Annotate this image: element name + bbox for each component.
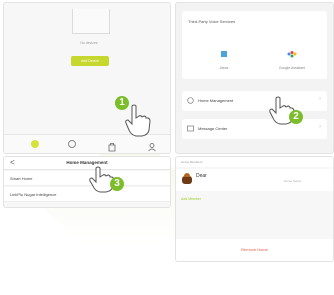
- me-page-panel: Third-Party Voice Services Alexa Google …: [175, 2, 334, 154]
- alexa-service[interactable]: Alexa: [194, 45, 254, 70]
- alexa-icon: [221, 51, 227, 57]
- step-1-badge: 1: [115, 96, 129, 110]
- home-management-label: Home Management: [198, 98, 234, 103]
- alexa-label: Alexa: [219, 66, 229, 70]
- home-list-item[interactable]: LinkPlu Nugar Intelligence: [4, 187, 170, 202]
- avatar: [182, 173, 192, 184]
- google-assistant-icon: [287, 51, 297, 58]
- message-icon: [187, 125, 194, 132]
- home-illustration: [72, 9, 110, 34]
- home-settings-panel: Home Members Dear Home Owner Add Member …: [175, 156, 334, 262]
- member-name: Dear: [196, 173, 207, 179]
- tab-home[interactable]: [30, 139, 40, 149]
- user-icon: [148, 143, 156, 152]
- remove-home-button[interactable]: Remove Home: [176, 247, 333, 252]
- home-list-item[interactable]: Smart Home: [4, 171, 170, 186]
- members-header: Home Members: [176, 157, 333, 167]
- smart-tab-icon: [68, 140, 76, 148]
- home-management-header: < Home Management: [4, 157, 170, 170]
- remove-home-bar: Remove Home: [176, 239, 333, 261]
- chevron-right-icon: ›: [319, 96, 321, 102]
- tab-smart[interactable]: [67, 139, 77, 149]
- bag-icon: [108, 143, 116, 152]
- empty-message: No devices: [80, 41, 98, 45]
- members-heading: Home Members: [181, 160, 203, 164]
- tap-hand-icon: [125, 104, 151, 137]
- member-role: Home Owner: [284, 179, 302, 183]
- home-name: LinkPlu Nugar Intelligence: [10, 192, 57, 197]
- add-member-link[interactable]: Add Member: [181, 197, 201, 201]
- step-2-badge: 2: [289, 110, 303, 124]
- chevron-right-icon: ›: [319, 124, 321, 130]
- page-title: Home Management: [66, 160, 108, 165]
- home-management-icon: [187, 97, 194, 104]
- member-row[interactable]: Dear Home Owner: [176, 169, 333, 191]
- add-device-button[interactable]: Add Device: [71, 56, 109, 66]
- step-3-badge: 3: [110, 177, 124, 191]
- google-assistant-label: Google Assistant: [278, 66, 306, 70]
- home-management-row[interactable]: Home Management ›: [182, 91, 327, 111]
- tab-me[interactable]: [147, 139, 157, 152]
- voice-services-title: Third-Party Voice Services: [188, 19, 236, 24]
- message-center-row[interactable]: Message Center ›: [182, 119, 327, 139]
- google-assistant-service[interactable]: Google Assistant: [262, 45, 322, 70]
- message-center-label: Message Center: [198, 126, 228, 131]
- tab-store[interactable]: [107, 139, 117, 152]
- back-icon[interactable]: <: [10, 158, 15, 167]
- voice-services-card: Third-Party Voice Services Alexa Google …: [182, 11, 327, 79]
- home-tab-icon: [31, 140, 39, 148]
- home-management-panel: < Home Management Smart Home LinkPlu Nug…: [3, 156, 171, 208]
- home-name: Smart Home: [10, 176, 33, 181]
